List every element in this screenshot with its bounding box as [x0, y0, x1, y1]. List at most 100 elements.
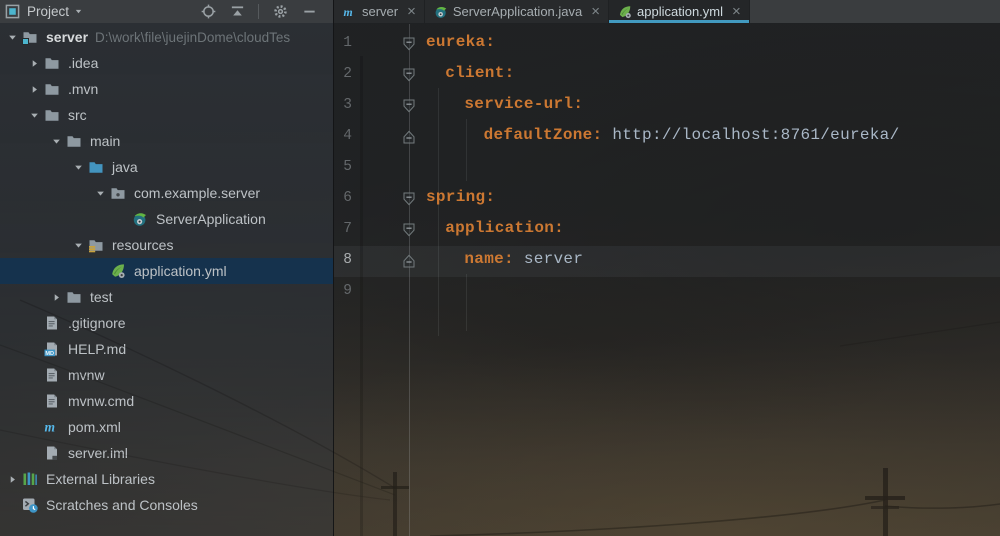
- tree-item-mvn[interactable]: .mvn: [0, 76, 333, 102]
- tree-item-label: server.iml: [68, 445, 128, 461]
- code-editor[interactable]: 1 eureka: 2 client: 3 service-url: 4 defaultZon…: [334, 24, 1000, 536]
- tree-item-gitignore[interactable]: .gitignore: [0, 310, 333, 336]
- tree-item-label: .gitignore: [68, 315, 126, 331]
- tree-item-test[interactable]: test: [0, 284, 333, 310]
- fold-marker-icon[interactable]: [403, 68, 415, 82]
- tree-item-label: .idea: [68, 55, 99, 71]
- tree-item-label: mvnw: [68, 367, 105, 383]
- arrow-spacer: [24, 394, 44, 408]
- fold-marker-icon[interactable]: [403, 192, 415, 206]
- code-text: client:: [426, 64, 515, 82]
- chevron-right-icon[interactable]: [2, 472, 22, 486]
- settings-button[interactable]: [272, 4, 288, 20]
- tree-item-help-md[interactable]: MD HELP.md: [0, 336, 333, 362]
- code-line-5[interactable]: 5: [334, 153, 1000, 184]
- code-text: eureka:: [426, 33, 495, 51]
- chevron-down-icon[interactable]: [46, 134, 66, 148]
- chevron-right-icon[interactable]: [46, 290, 66, 304]
- tree-item-serverapplication[interactable]: ServerApplication: [0, 206, 333, 232]
- tree-item-resources[interactable]: resources: [0, 232, 333, 258]
- code-line-3[interactable]: 3 service-url:: [334, 91, 1000, 122]
- maven-icon: m: [343, 5, 357, 19]
- tree-item-com-example-server[interactable]: com.example.server: [0, 180, 333, 206]
- project-view-selector[interactable]: Project: [27, 4, 69, 19]
- chevron-right-icon[interactable]: [24, 56, 44, 70]
- tree-item-label: main: [90, 133, 121, 149]
- code-line-1[interactable]: 1 eureka:: [334, 29, 1000, 60]
- tab-label: server: [362, 4, 399, 19]
- line-number: 6: [343, 190, 352, 206]
- tree-item-label: ServerApplication: [156, 211, 266, 227]
- svg-text:MD: MD: [45, 351, 54, 357]
- chevron-right-icon[interactable]: [24, 82, 44, 96]
- chevron-down-icon[interactable]: [90, 186, 110, 200]
- close-tab-icon[interactable]: ×: [732, 4, 741, 19]
- project-tool-window: Project server D:\work\file\juejinDome\cl…: [0, 0, 334, 536]
- arrow-spacer: [24, 342, 44, 356]
- code-line-4[interactable]: 4 defaultZone: http://localhost:8761/eure…: [334, 122, 1000, 153]
- yaml-key: client:: [445, 64, 515, 82]
- tab-application-yml[interactable]: application.yml ×: [609, 0, 750, 23]
- folder-icon: [44, 81, 62, 97]
- tree-item-src[interactable]: src: [0, 102, 333, 128]
- chevron-down-icon[interactable]: [2, 30, 22, 44]
- spring-boot-icon: [434, 5, 448, 19]
- panel-toolbar: [200, 4, 333, 20]
- chevron-down-icon[interactable]: [24, 108, 44, 122]
- chevron-down-icon[interactable]: [68, 238, 88, 252]
- code-line-9[interactable]: 9: [334, 277, 1000, 308]
- tree-item-label: src: [68, 107, 87, 123]
- fold-marker-icon[interactable]: [403, 99, 415, 113]
- tree-item-server[interactable]: server D:\work\file\juejinDome\cloudTes: [0, 24, 333, 50]
- file-text-icon: [44, 367, 62, 383]
- line-number: 9: [343, 283, 352, 299]
- tree-item-idea[interactable]: .idea: [0, 50, 333, 76]
- folder-icon: [44, 107, 62, 123]
- tree-item-label: External Libraries: [46, 471, 155, 487]
- tree-item-application-yml[interactable]: application.yml: [0, 258, 333, 284]
- yaml-key: service-url:: [464, 95, 584, 113]
- hide-panel-button[interactable]: [301, 4, 317, 20]
- arrow-spacer: [2, 498, 22, 512]
- spring-yml-icon: [110, 263, 128, 279]
- tree-item-label: java: [112, 159, 138, 175]
- tree-item-main[interactable]: main: [0, 128, 333, 154]
- file-text-icon: [44, 393, 62, 409]
- yaml-key: application:: [445, 219, 565, 237]
- tree-item-mvnw-cmd[interactable]: mvnw.cmd: [0, 388, 333, 414]
- spring-boot-icon: [132, 211, 150, 227]
- fold-marker-icon[interactable]: [403, 130, 415, 144]
- file-text-icon: [44, 315, 62, 331]
- tree-item-java[interactable]: java: [0, 154, 333, 180]
- tree-item-pom-xml[interactable]: m pom.xml: [0, 414, 333, 440]
- tab-server[interactable]: m server ×: [334, 0, 425, 23]
- folder-icon: [66, 289, 84, 305]
- yaml-key: eureka:: [426, 33, 496, 51]
- close-tab-icon[interactable]: ×: [407, 4, 416, 19]
- fold-marker-icon[interactable]: [403, 223, 415, 237]
- fold-marker-icon[interactable]: [403, 37, 415, 51]
- tree-item-label: .mvn: [68, 81, 99, 97]
- tree-item-mvnw[interactable]: mvnw: [0, 362, 333, 388]
- chevron-down-icon[interactable]: [68, 160, 88, 174]
- locate-file-button[interactable]: [200, 4, 216, 20]
- code-line-7[interactable]: 7 application:: [334, 215, 1000, 246]
- yaml-key: spring:: [426, 188, 496, 206]
- chevron-down-icon[interactable]: [74, 7, 84, 17]
- line-number: 1: [343, 35, 352, 51]
- code-text: service-url:: [426, 95, 583, 113]
- code-line-6[interactable]: 6 spring:: [334, 184, 1000, 215]
- line-number: 8: [343, 252, 352, 268]
- tree-item-scratches-and-consoles[interactable]: Scratches and Consoles: [0, 492, 333, 518]
- module-path: D:\work\file\juejinDome\cloudTes: [95, 29, 291, 45]
- fold-marker-icon[interactable]: [403, 254, 415, 268]
- close-tab-icon[interactable]: ×: [591, 4, 600, 19]
- tree-item-server-iml[interactable]: server.iml: [0, 440, 333, 466]
- code-line-8[interactable]: 8 name: server: [334, 246, 1000, 277]
- collapse-all-button[interactable]: [229, 4, 245, 20]
- svg-text:m: m: [45, 420, 56, 435]
- tree-item-external-libraries[interactable]: External Libraries: [0, 466, 333, 492]
- code-line-2[interactable]: 2 client:: [334, 60, 1000, 91]
- tab-label: application.yml: [637, 4, 724, 19]
- tab-serverapplication-java[interactable]: ServerApplication.java ×: [424, 0, 610, 23]
